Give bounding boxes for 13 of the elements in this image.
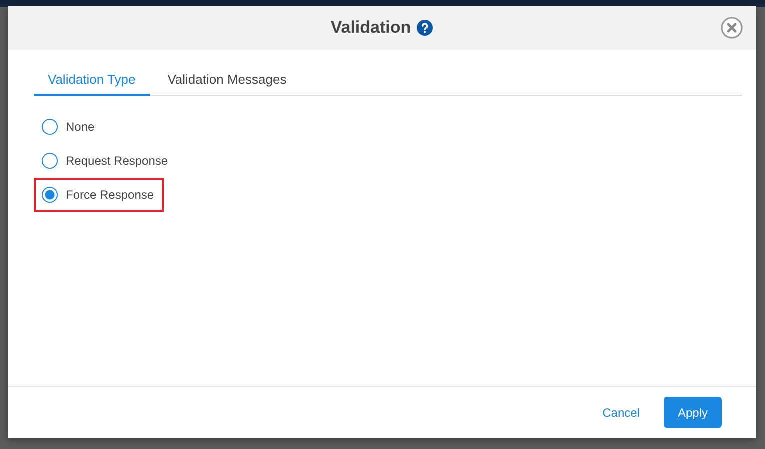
radio-option[interactable]: None (42, 117, 162, 137)
tab[interactable]: Validation Type (34, 66, 150, 96)
help-icon[interactable] (417, 20, 434, 36)
radio-option[interactable]: Force Response (42, 185, 162, 205)
radio-option[interactable]: Request Response (42, 151, 168, 171)
radio-button[interactable] (42, 119, 58, 135)
apply-button[interactable]: Apply (664, 397, 722, 428)
tab[interactable]: Validation Messages (154, 66, 301, 96)
close-icon[interactable] (721, 17, 743, 39)
cancel-button[interactable]: Cancel (598, 400, 644, 426)
dialog-title: Validation (330, 18, 412, 38)
radio-button[interactable] (42, 187, 58, 203)
radio-button[interactable] (42, 153, 58, 169)
